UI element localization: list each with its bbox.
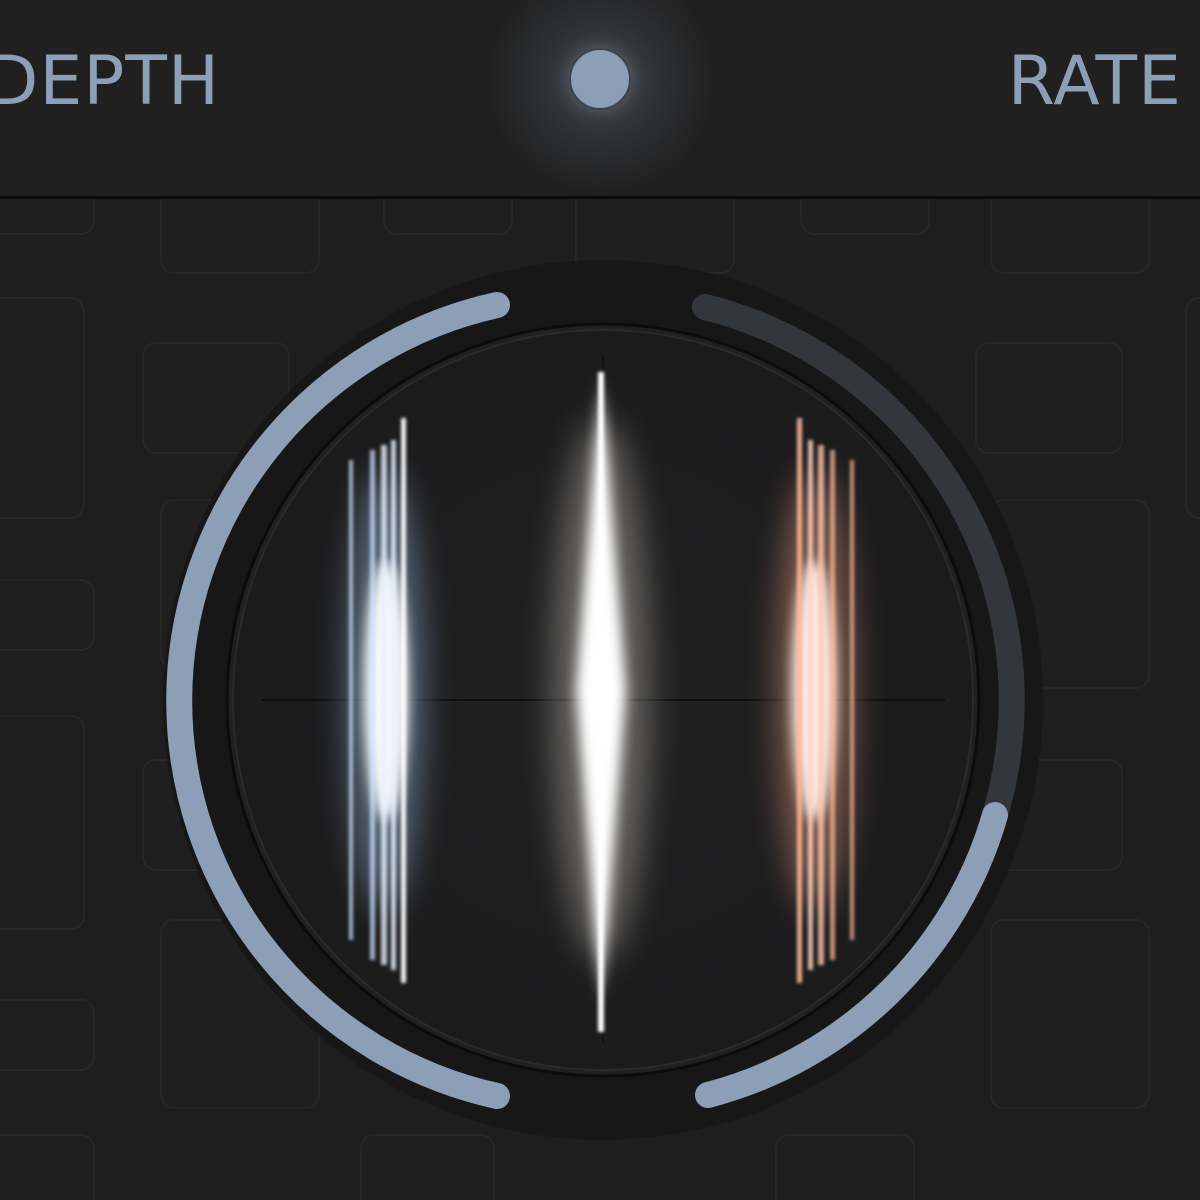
depth-rate-knob[interactable] (0, 0, 1200, 1200)
